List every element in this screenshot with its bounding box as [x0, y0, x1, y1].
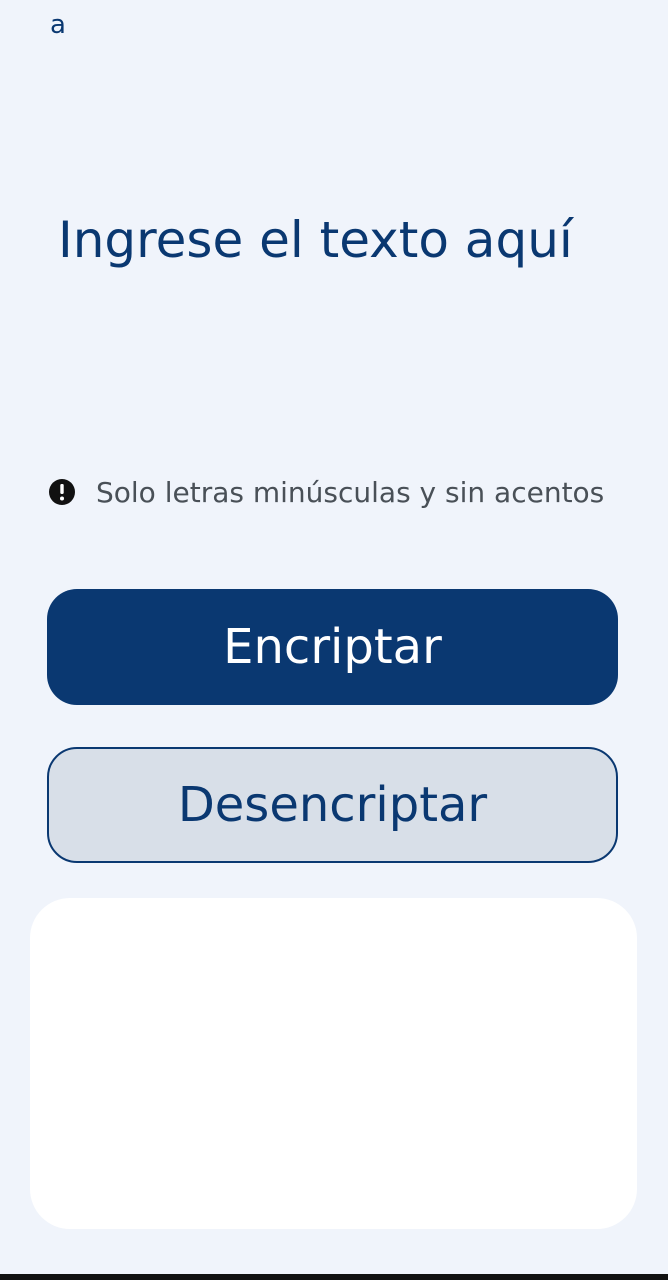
decrypt-button[interactable]: Desencriptar: [47, 747, 618, 863]
encrypt-button-label: Encriptar: [223, 619, 442, 675]
exclamation-circle-icon: [48, 478, 76, 506]
text-input[interactable]: [58, 200, 638, 420]
output-panel: [30, 898, 637, 1229]
encrypt-button[interactable]: Encriptar: [47, 589, 618, 705]
system-nav-bar: [0, 1274, 668, 1280]
decrypt-button-label: Desencriptar: [177, 777, 488, 833]
hint-row: Solo letras minúsculas y sin acentos: [48, 472, 604, 512]
hint-text: Solo letras minúsculas y sin acentos: [96, 475, 605, 509]
logo: a: [50, 10, 66, 40]
